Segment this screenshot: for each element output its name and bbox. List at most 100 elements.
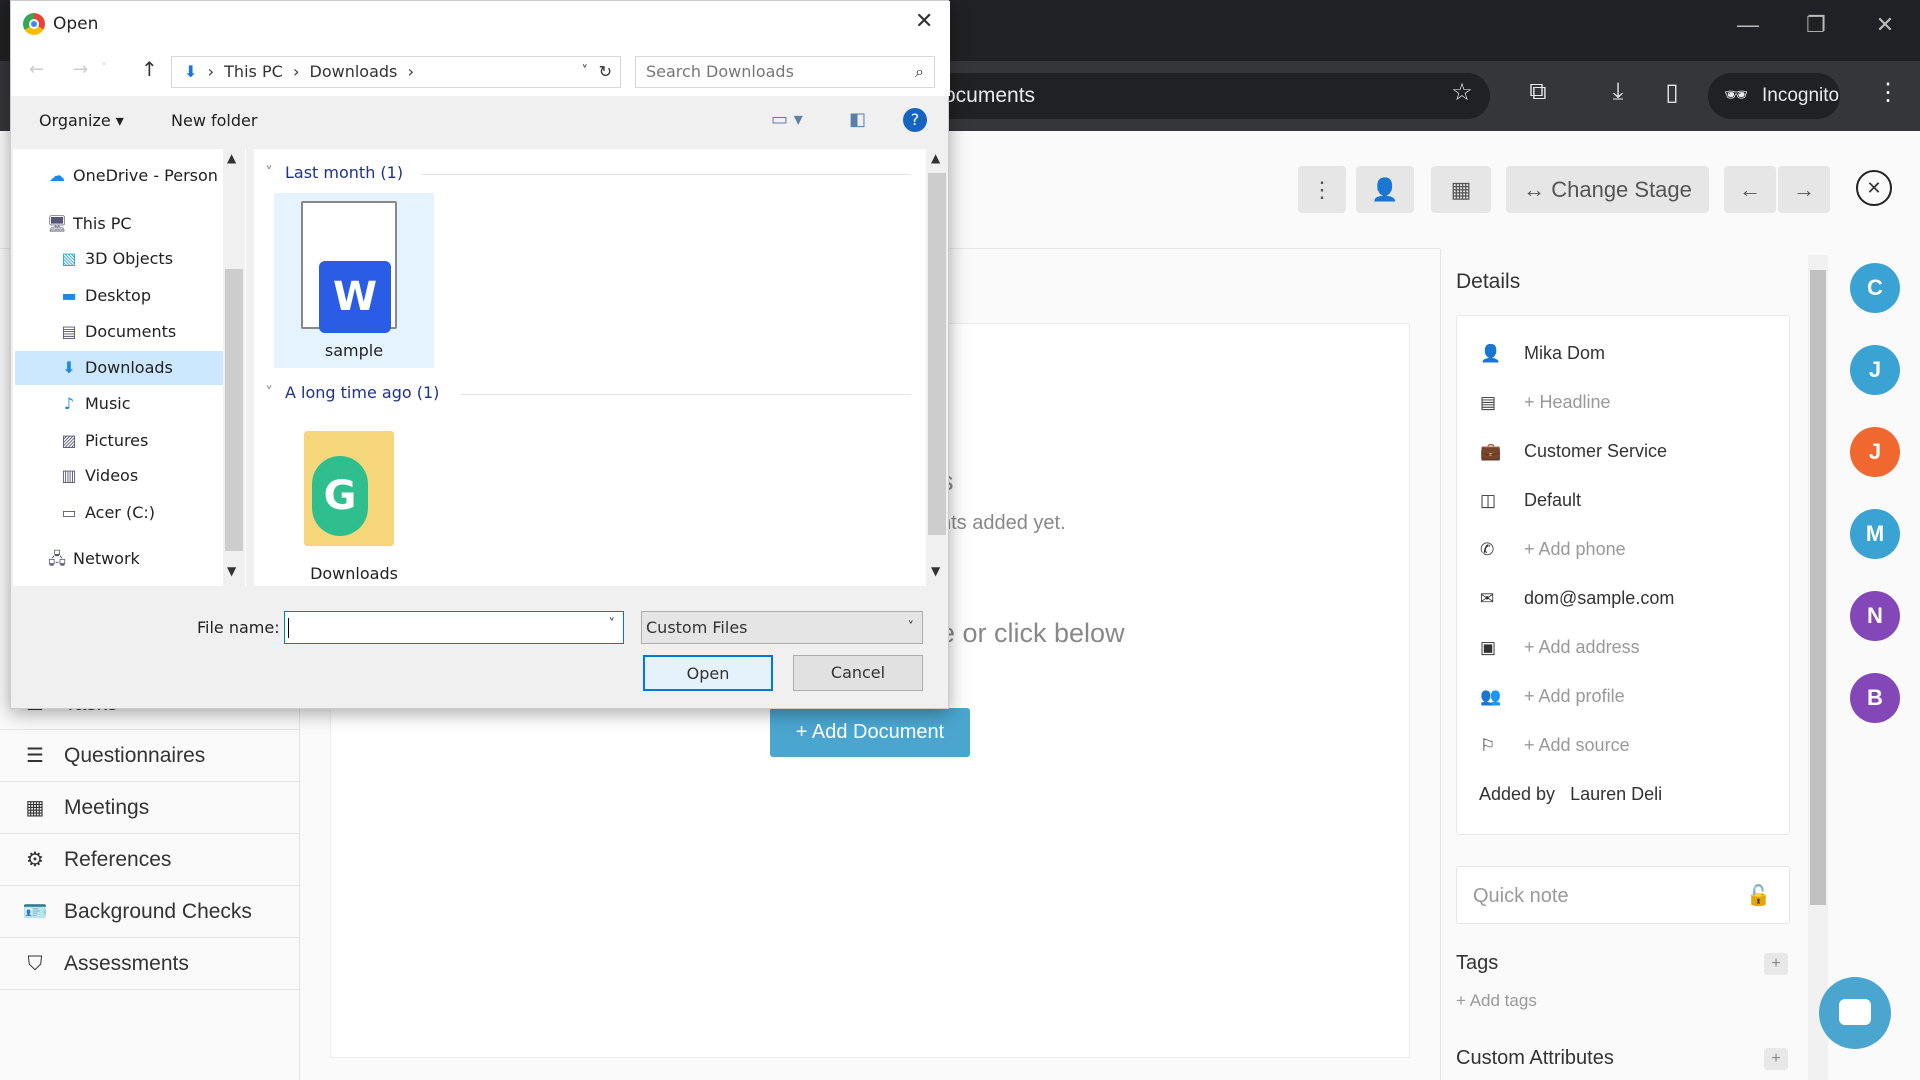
calendar-icon: ▦ bbox=[25, 797, 45, 819]
word-icon: W bbox=[319, 261, 391, 333]
nav-item-pictures[interactable]: ▨ Pictures bbox=[15, 424, 230, 458]
avatar[interactable]: B bbox=[1850, 673, 1900, 723]
avatar[interactable]: N bbox=[1850, 591, 1900, 641]
restore-button[interactable]: ❐ bbox=[1796, 12, 1836, 38]
avatar[interactable]: J bbox=[1850, 345, 1900, 395]
sidebar-item-label: References bbox=[64, 848, 172, 871]
up-arrow-icon[interactable]: ↑ bbox=[141, 57, 158, 81]
add-attribute-button[interactable]: + bbox=[1764, 1048, 1788, 1070]
dialog-search-input[interactable]: Search Downloads ⌕ bbox=[635, 56, 935, 88]
calendar-button[interactable]: ▦ bbox=[1431, 166, 1491, 213]
detail-value[interactable]: + Add source bbox=[1524, 735, 1630, 755]
detail-row[interactable]: ▣ + Add address bbox=[1480, 635, 1780, 659]
breadcrumb-downloads[interactable]: Downloads bbox=[310, 62, 398, 81]
file-item-sample[interactable]: W sample bbox=[274, 193, 434, 368]
nav-item-downloads[interactable]: ⬇ Downloads bbox=[15, 351, 230, 385]
preview-pane-icon[interactable]: ◧ bbox=[849, 109, 866, 130]
more-options-button[interactable]: ⋮ bbox=[1298, 166, 1346, 213]
forward-arrow-icon[interactable]: → bbox=[73, 59, 88, 80]
dialog-address-bar[interactable]: ⬇ › This PC › Downloads › ˅ ↻ bbox=[171, 56, 621, 88]
detail-value[interactable]: + Add phone bbox=[1524, 539, 1626, 559]
address-bar[interactable]: ocuments bbox=[900, 73, 1490, 119]
nav-item-music[interactable]: ♪ Music bbox=[15, 387, 230, 421]
detail-row[interactable]: ▤ + Headline bbox=[1480, 390, 1780, 414]
chat-launcher-button[interactable] bbox=[1819, 977, 1891, 1049]
kebab-menu-icon[interactable]: ⋮ bbox=[1870, 78, 1906, 107]
collapse-chevron-icon[interactable]: ˅ bbox=[265, 163, 273, 182]
nav-scroll-up-icon[interactable]: ▲ bbox=[227, 151, 236, 165]
help-icon[interactable]: ? bbox=[903, 108, 927, 132]
files-scrollbar-thumb[interactable] bbox=[928, 173, 946, 535]
download-icon[interactable]: ⤓ bbox=[1600, 78, 1636, 106]
file-item-downloads-folder[interactable]: G Downloads bbox=[274, 416, 434, 591]
details-scrollbar-thumb[interactable] bbox=[1810, 270, 1826, 905]
cancel-button[interactable]: Cancel bbox=[793, 655, 923, 691]
back-arrow-icon[interactable]: ← bbox=[29, 59, 44, 80]
detail-value: Mika Dom bbox=[1524, 343, 1606, 363]
tags-title: Tags bbox=[1456, 952, 1499, 974]
collapse-chevron-icon[interactable]: ˅ bbox=[265, 383, 273, 402]
chat-icon bbox=[1839, 999, 1871, 1025]
new-folder-button[interactable]: New folder bbox=[171, 111, 257, 130]
view-options-icon[interactable]: ▭ ▾ bbox=[771, 109, 803, 130]
nav-item-acer-c-[interactable]: ▭ Acer (C:) bbox=[15, 496, 230, 530]
detail-row: ◫ Default bbox=[1480, 488, 1780, 512]
nav-scrollbar-thumb[interactable] bbox=[225, 269, 243, 551]
sidebar-item-questionnaires[interactable]: ☰ Questionnaires bbox=[0, 730, 300, 782]
side-panel-icon[interactable]: ▯ bbox=[1654, 78, 1690, 107]
sidebar-item-meetings[interactable]: ▦ Meetings bbox=[0, 782, 300, 834]
open-button[interactable]: Open bbox=[643, 655, 773, 691]
files-scroll-down-icon[interactable]: ▼ bbox=[931, 564, 940, 578]
recent-dropdown-icon[interactable]: ˅ bbox=[101, 61, 107, 75]
sidebar-item-assessments[interactable]: ⛉ Assessments bbox=[0, 938, 300, 990]
window-close-button[interactable]: ✕ bbox=[1865, 12, 1905, 38]
group-header[interactable]: Last month (1) bbox=[285, 163, 403, 182]
nav-item-desktop[interactable]: ▬ Desktop bbox=[15, 279, 230, 313]
detail-value[interactable]: + Add profile bbox=[1524, 686, 1625, 706]
nav-item-onedrive-person[interactable]: ☁ OneDrive - Person bbox=[15, 159, 230, 193]
avatar[interactable]: M bbox=[1850, 509, 1900, 559]
add-tag-button[interactable]: + bbox=[1764, 953, 1788, 975]
close-panel-button[interactable]: ✕ bbox=[1856, 170, 1892, 206]
nav-item-3d-objects[interactable]: ▧ 3D Objects bbox=[15, 242, 230, 276]
change-stage-button[interactable]: ↔ Change Stage bbox=[1506, 166, 1709, 213]
address-dropdown-icon[interactable]: ˅ bbox=[582, 57, 589, 87]
address-text: ocuments bbox=[944, 84, 1036, 107]
star-icon[interactable]: ☆ bbox=[1444, 78, 1480, 107]
sidebar-item-references[interactable]: ⚙ References bbox=[0, 834, 300, 886]
next-button[interactable]: → bbox=[1778, 166, 1830, 213]
detail-value[interactable]: + Add address bbox=[1524, 637, 1640, 657]
file-name-dropdown-icon[interactable]: ˅ bbox=[609, 617, 616, 632]
nav-item-network[interactable]: 🖧 Network bbox=[15, 542, 230, 576]
quick-note-input[interactable]: Quick note 🔓 bbox=[1456, 866, 1790, 924]
organize-button[interactable]: Organize ▾ bbox=[39, 111, 124, 130]
detail-row[interactable]: ⚐ + Add source bbox=[1480, 733, 1780, 757]
add-tags-link[interactable]: + Add tags bbox=[1456, 991, 1537, 1011]
previous-button[interactable]: ← bbox=[1724, 166, 1776, 213]
add-user-button[interactable]: 👤 bbox=[1356, 166, 1414, 213]
detail-row[interactable]: ✆ + Add phone bbox=[1480, 537, 1780, 561]
avatar[interactable]: C bbox=[1850, 263, 1900, 313]
lock-icon[interactable]: 🔓 bbox=[1746, 867, 1771, 925]
sidebar-item-label: Questionnaires bbox=[64, 744, 206, 767]
incognito-button[interactable]: 🕶 Incognito bbox=[1708, 73, 1840, 119]
add-document-button[interactable]: + Add Document bbox=[770, 708, 970, 757]
nav-item-videos[interactable]: ▥ Videos bbox=[15, 459, 230, 493]
file-name-label: sample bbox=[324, 341, 384, 360]
dialog-close-button[interactable]: ✕ bbox=[915, 9, 933, 34]
detail-row[interactable]: 👥 + Add profile bbox=[1480, 684, 1780, 708]
detail-value[interactable]: + Headline bbox=[1524, 392, 1611, 412]
nav-item-this-pc[interactable]: 🖥 This PC bbox=[15, 207, 230, 241]
avatar[interactable]: J bbox=[1850, 427, 1900, 477]
nav-item-documents[interactable]: ▤ Documents bbox=[15, 315, 230, 349]
nav-scroll-down-icon[interactable]: ▼ bbox=[227, 564, 236, 578]
extensions-icon[interactable]: ⧉ bbox=[1520, 78, 1556, 106]
minimize-button[interactable]: — bbox=[1728, 12, 1768, 38]
group-header[interactable]: A long time ago (1) bbox=[285, 383, 439, 402]
files-scroll-up-icon[interactable]: ▲ bbox=[931, 151, 940, 165]
sidebar-item-background-checks[interactable]: 🪪 Background Checks bbox=[0, 886, 300, 938]
breadcrumb-this-pc[interactable]: This PC bbox=[224, 62, 283, 81]
file-name-input[interactable]: ˅ bbox=[284, 611, 624, 644]
refresh-icon[interactable]: ↻ bbox=[599, 57, 612, 87]
file-type-select[interactable]: Custom Files ˅ bbox=[641, 611, 923, 644]
